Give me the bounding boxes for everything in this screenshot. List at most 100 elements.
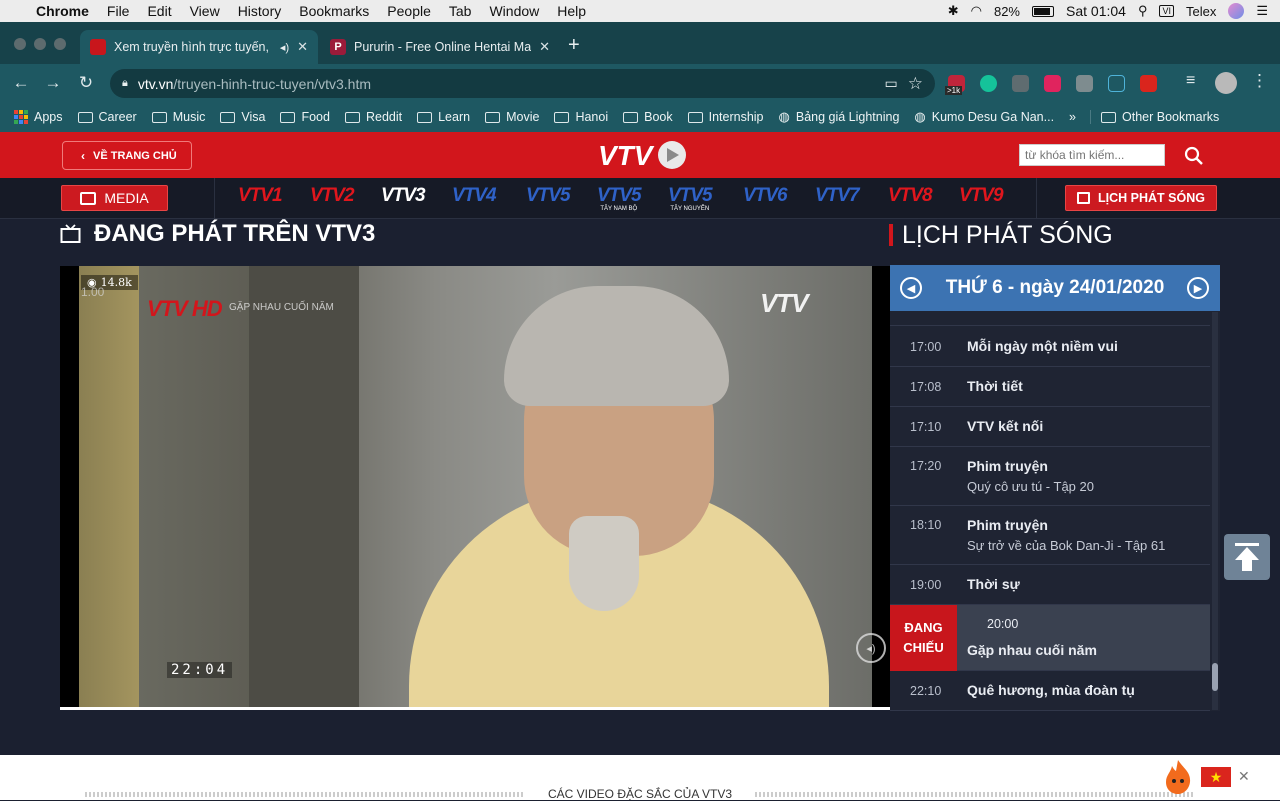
address-bar[interactable]: 🔒︎ vtv.vn/truyen-hinh-truc-tuyen/vtv3.ht…	[110, 69, 935, 98]
channel-vtv2[interactable]: VTV2	[310, 186, 355, 210]
schedule-button[interactable]: LỊCH PHÁT SÓNG	[1065, 185, 1217, 211]
bookmark-movie[interactable]: Movie	[485, 110, 539, 124]
notion-extension-icon[interactable]	[1108, 75, 1125, 92]
tab-vtv[interactable]: Xem truyền hình trực tuyến, ◂) ✕	[80, 30, 318, 64]
tab-close-icon[interactable]: ✕	[297, 39, 308, 55]
tab-close-icon[interactable]: ✕	[539, 39, 550, 55]
cast-icon[interactable]: ▭	[885, 75, 898, 92]
battery-icon[interactable]	[1032, 5, 1054, 17]
window-minimize-button[interactable]	[34, 38, 46, 50]
other-bookmarks[interactable]: Other Bookmarks	[1090, 110, 1219, 124]
channel-vtv7[interactable]: VTV7	[815, 186, 860, 210]
vtv-logo[interactable]: VTV	[596, 138, 688, 172]
media-controls-icon[interactable]: ≡	[1186, 72, 1195, 90]
reload-button[interactable]: ↻	[75, 72, 97, 94]
menu-window[interactable]: Window	[480, 3, 548, 19]
vietnam-flag-extension-icon[interactable]	[1140, 75, 1157, 92]
channel-vtv9[interactable]: VTV9	[959, 186, 1004, 210]
bookmark-apps[interactable]: Apps	[14, 110, 63, 124]
window-zoom-button[interactable]	[54, 38, 66, 50]
notification-center-icon[interactable]: ☰	[1256, 3, 1268, 19]
tab-pururin[interactable]: P Pururin - Free Online Hentai Man ✕	[320, 30, 560, 64]
new-tab-button[interactable]: +	[568, 34, 580, 57]
bookmark-learn[interactable]: Learn	[417, 110, 470, 124]
channel-sublabel: TÂY NAM BỘ	[600, 206, 638, 212]
dictionary-extension-icon[interactable]	[1076, 75, 1093, 92]
menu-help[interactable]: Help	[548, 3, 595, 19]
menu-people[interactable]: People	[378, 3, 440, 19]
bookmarks-overflow-button[interactable]: »	[1069, 110, 1076, 124]
video-extension-icon[interactable]	[1044, 75, 1061, 92]
next-day-button[interactable]: ▶	[1187, 277, 1209, 299]
menu-history[interactable]: History	[229, 3, 291, 19]
channel-vtv4[interactable]: VTV4	[452, 186, 497, 210]
channel-vtv5-5[interactable]: VTV5 TÂY NAM BỘ	[597, 186, 642, 212]
channel-vtv8[interactable]: VTV8	[888, 186, 933, 210]
user-avatar-icon[interactable]	[1228, 3, 1245, 19]
channel-vtv5-6[interactable]: VTV5 TÂY NGUYÊN	[668, 186, 713, 212]
volume-icon[interactable]: ◂)	[856, 633, 886, 663]
close-icon[interactable]: ✕	[1238, 768, 1250, 785]
grammarly-icon[interactable]	[980, 75, 997, 92]
menu-file[interactable]: File	[98, 3, 139, 19]
channel-vtv1[interactable]: VTV1	[238, 186, 283, 210]
menu-tab[interactable]: Tab	[440, 3, 481, 19]
folder-icon	[151, 111, 167, 123]
bookmark-food[interactable]: Food	[280, 110, 330, 124]
video-frame[interactable]: ◉ 14.8k 1.00 VTV HD GẶP NHAU CUỐI NĂM VTV…	[79, 266, 886, 710]
schedule-row[interactable]: 18:10 Phim truyện Sự trở về của Bok Dan-Ji…	[890, 506, 1210, 565]
video-player[interactable]: ◉ 14.8k 1.00 VTV HD GẶP NHAU CUỐI NĂM VTV…	[60, 266, 890, 710]
home-button[interactable]: ‹ VỀ TRANG CHỦ	[62, 141, 192, 170]
schedule-row[interactable]: 22:10 Quê hương, mùa đoàn tụ	[890, 671, 1210, 711]
bookmark-music[interactable]: Music	[151, 110, 206, 124]
prev-day-button[interactable]: ◀	[900, 277, 922, 299]
channel-vtv6[interactable]: VTV6	[743, 186, 788, 210]
bookmark-internship[interactable]: Internship	[687, 110, 764, 124]
playback-speed[interactable]: 1.00	[81, 285, 104, 299]
bookmark-label: Music	[172, 110, 206, 124]
schedule-row[interactable]: 19:00 Thời sự	[890, 565, 1210, 605]
spotlight-icon[interactable]: ⚲	[1138, 3, 1148, 19]
bookmark-career[interactable]: Career	[77, 110, 137, 124]
bookmark-star-icon[interactable]: ☆	[908, 74, 923, 94]
coccoc-fire-icon[interactable]	[1163, 759, 1193, 795]
search-icon[interactable]	[1182, 144, 1206, 168]
forward-button[interactable]: →	[42, 72, 64, 94]
menu-bookmarks[interactable]: Bookmarks	[290, 3, 378, 19]
scroll-top-button[interactable]	[1224, 534, 1270, 580]
bookmark-reddit[interactable]: Reddit	[344, 110, 402, 124]
window-close-button[interactable]	[14, 38, 26, 50]
bluetooth-icon[interactable]: ✱	[948, 3, 959, 19]
program-time: 18:10	[910, 518, 942, 532]
bookmark-kumo[interactable]: ◍ Kumo Desu Ga Nan...	[914, 109, 1054, 125]
media-button[interactable]: MEDIA	[61, 185, 168, 211]
chrome-menu-icon[interactable]: ⋮	[1251, 71, 1268, 91]
input-source-icon[interactable]: VI	[1159, 5, 1174, 17]
menu-view[interactable]: View	[181, 3, 229, 19]
menu-chrome[interactable]: Chrome	[27, 3, 98, 19]
menu-edit[interactable]: Edit	[138, 3, 180, 19]
schedule-row-live[interactable]: ĐANG CHIẾU 20:00 Gặp nhau cuối năm	[890, 605, 1210, 671]
channel-vtv3[interactable]: VTV3	[381, 186, 426, 210]
search-input[interactable]	[1019, 144, 1165, 166]
schedule-scroll-thumb[interactable]	[1212, 663, 1218, 691]
bookmark-visa[interactable]: Visa	[220, 110, 265, 124]
schedule-row[interactable]: 17:00 Mỗi ngày một niềm vui	[890, 327, 1210, 367]
schedule-row[interactable]: 17:08 Thời tiết	[890, 367, 1210, 407]
schedule-scrollbar[interactable]	[1212, 312, 1218, 710]
lock-icon[interactable]: 🔒︎	[122, 77, 128, 90]
back-button[interactable]: ←	[10, 72, 32, 94]
schedule-row[interactable]: 17:10 VTV kết nối	[890, 407, 1210, 447]
bookmark-book[interactable]: Book	[623, 110, 673, 124]
speaker-icon[interactable]: ◂)	[280, 41, 289, 54]
wifi-icon[interactable]: ◠	[971, 3, 982, 19]
bookmark-hanoi[interactable]: Hanoi	[554, 110, 608, 124]
folder-icon	[220, 111, 236, 123]
progress-bar[interactable]	[60, 707, 890, 710]
facebook-extension-icon[interactable]	[1012, 75, 1029, 92]
schedule-row[interactable]: 17:20 Phim truyện Quý cô ưu tú - Tập 20	[890, 447, 1210, 506]
channel-vtv5[interactable]: VTV5	[526, 186, 571, 210]
profile-avatar[interactable]	[1215, 72, 1237, 94]
clock[interactable]: Sat 01:04	[1066, 3, 1126, 19]
bookmark-lightning[interactable]: ◍ Bảng giá Lightning	[779, 109, 900, 125]
